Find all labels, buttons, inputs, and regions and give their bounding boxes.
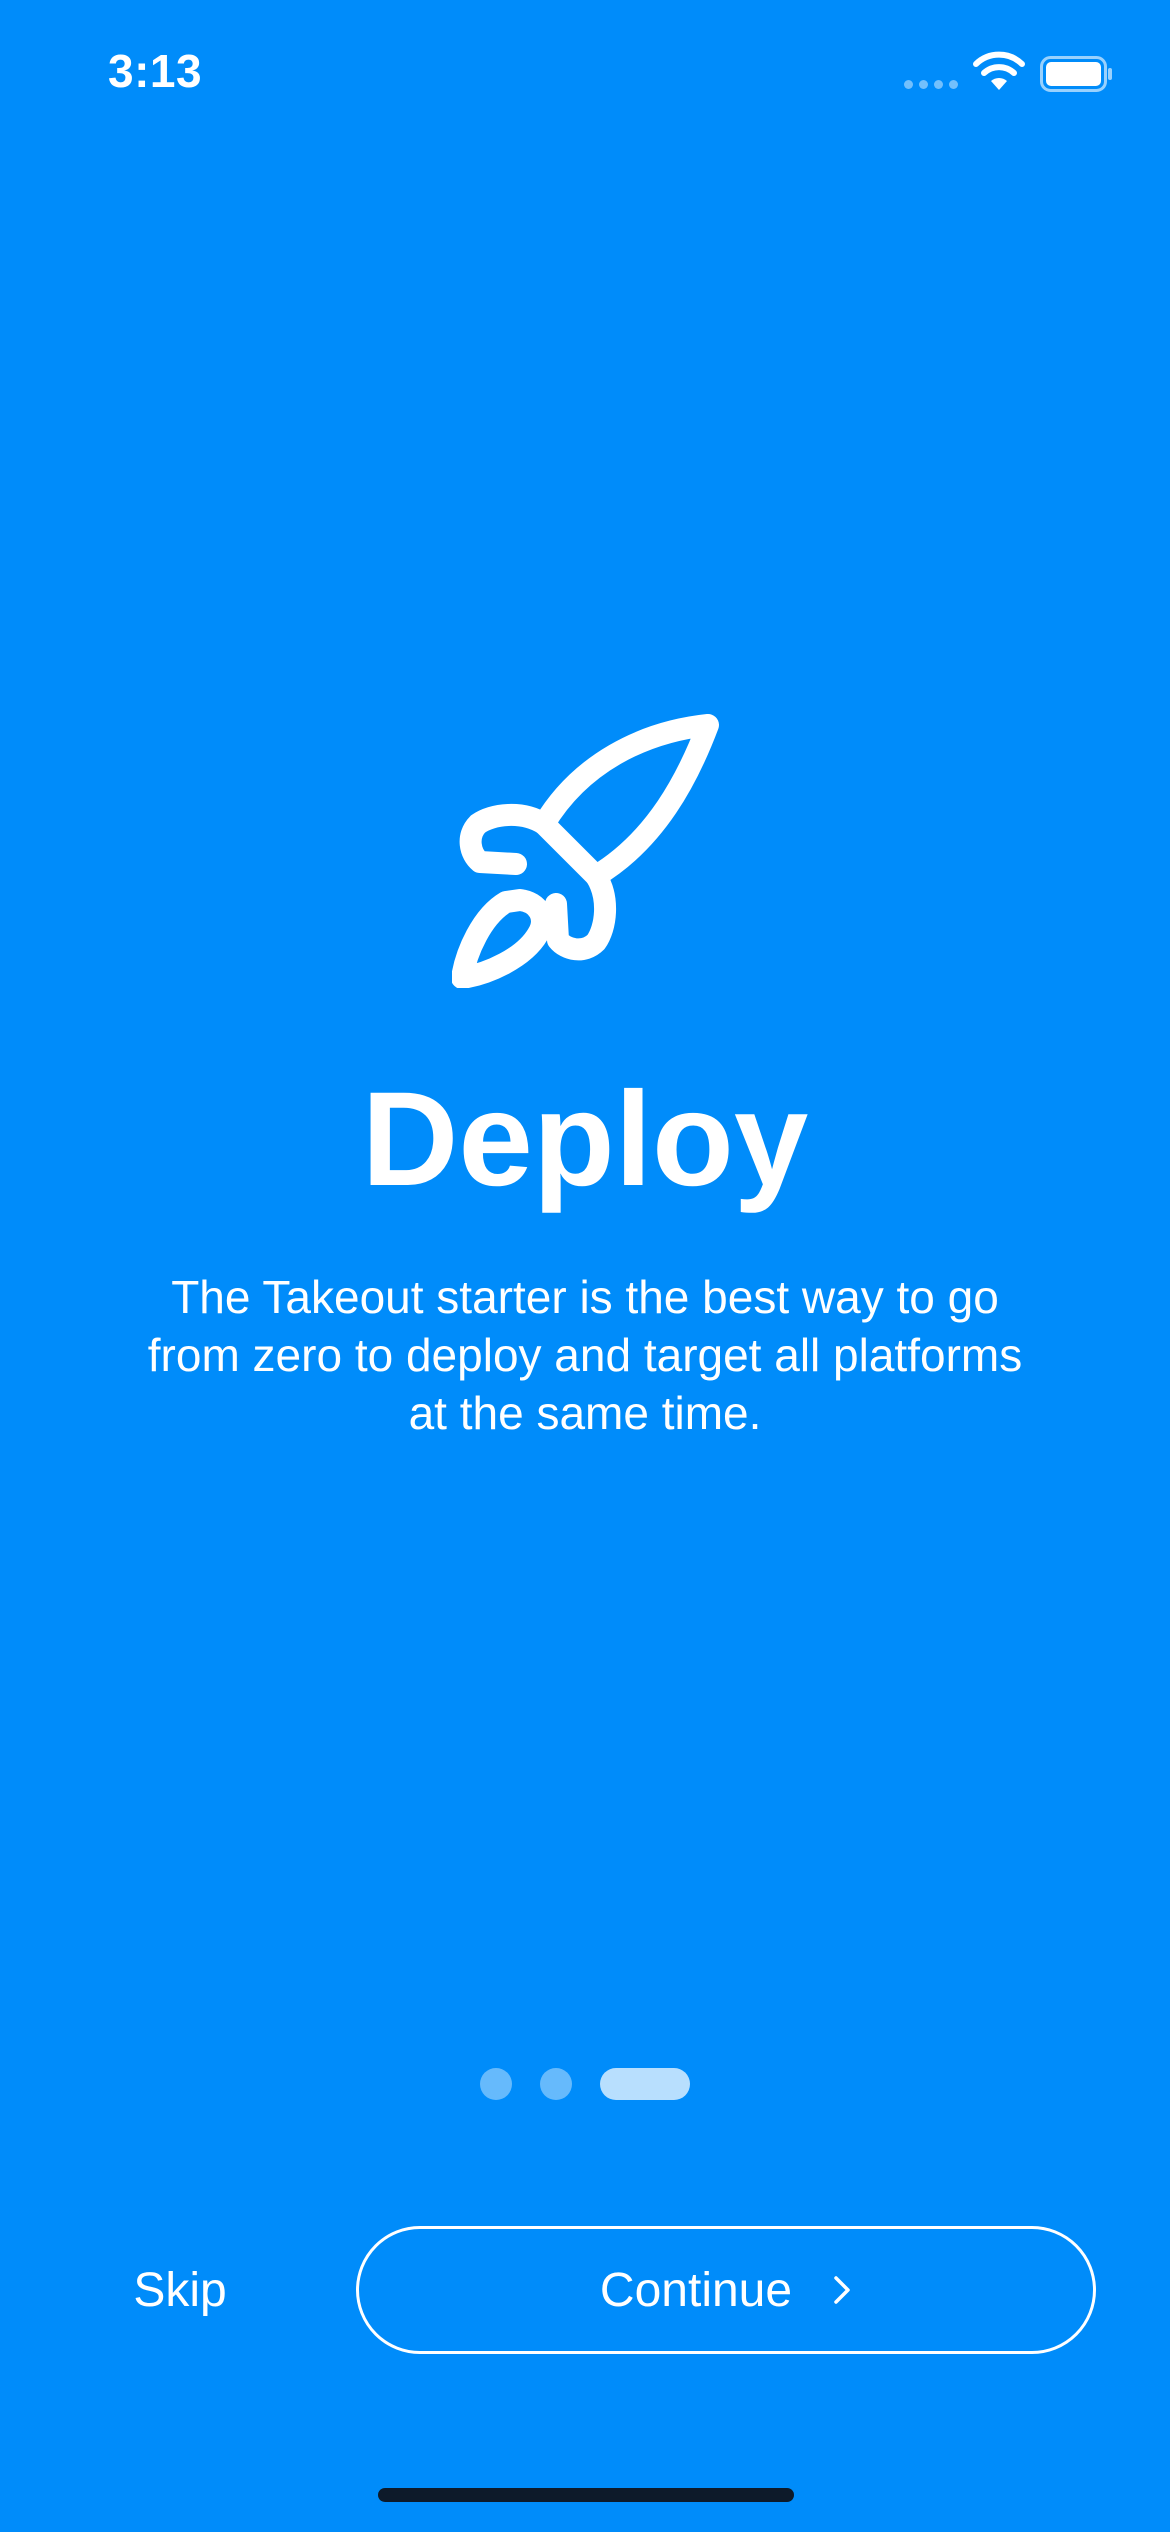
- rocket-icon: [452, 714, 719, 988]
- cellular-signal-icon: [904, 80, 958, 89]
- continue-button-label: Continue: [599, 2263, 793, 2317]
- page-dot-3-active[interactable]: [600, 2068, 690, 2100]
- page-description: The Takeout starter is the best way to g…: [147, 1271, 1023, 1439]
- page-dot-1[interactable]: [480, 2068, 512, 2100]
- wifi-icon: [973, 51, 1025, 90]
- status-time: 3:13: [108, 45, 203, 97]
- continue-button[interactable]: Continue: [356, 2226, 1096, 2354]
- home-indicator[interactable]: [378, 2488, 794, 2502]
- page-dot-2[interactable]: [540, 2068, 572, 2100]
- status-bar: 3:13: [0, 0, 1170, 150]
- page-indicator[interactable]: [480, 2068, 690, 2100]
- battery-icon: [1040, 56, 1112, 92]
- chevron-right-icon: [834, 2276, 850, 2304]
- page-title: Deploy: [361, 1065, 809, 1214]
- skip-button[interactable]: Skip: [100, 2222, 260, 2358]
